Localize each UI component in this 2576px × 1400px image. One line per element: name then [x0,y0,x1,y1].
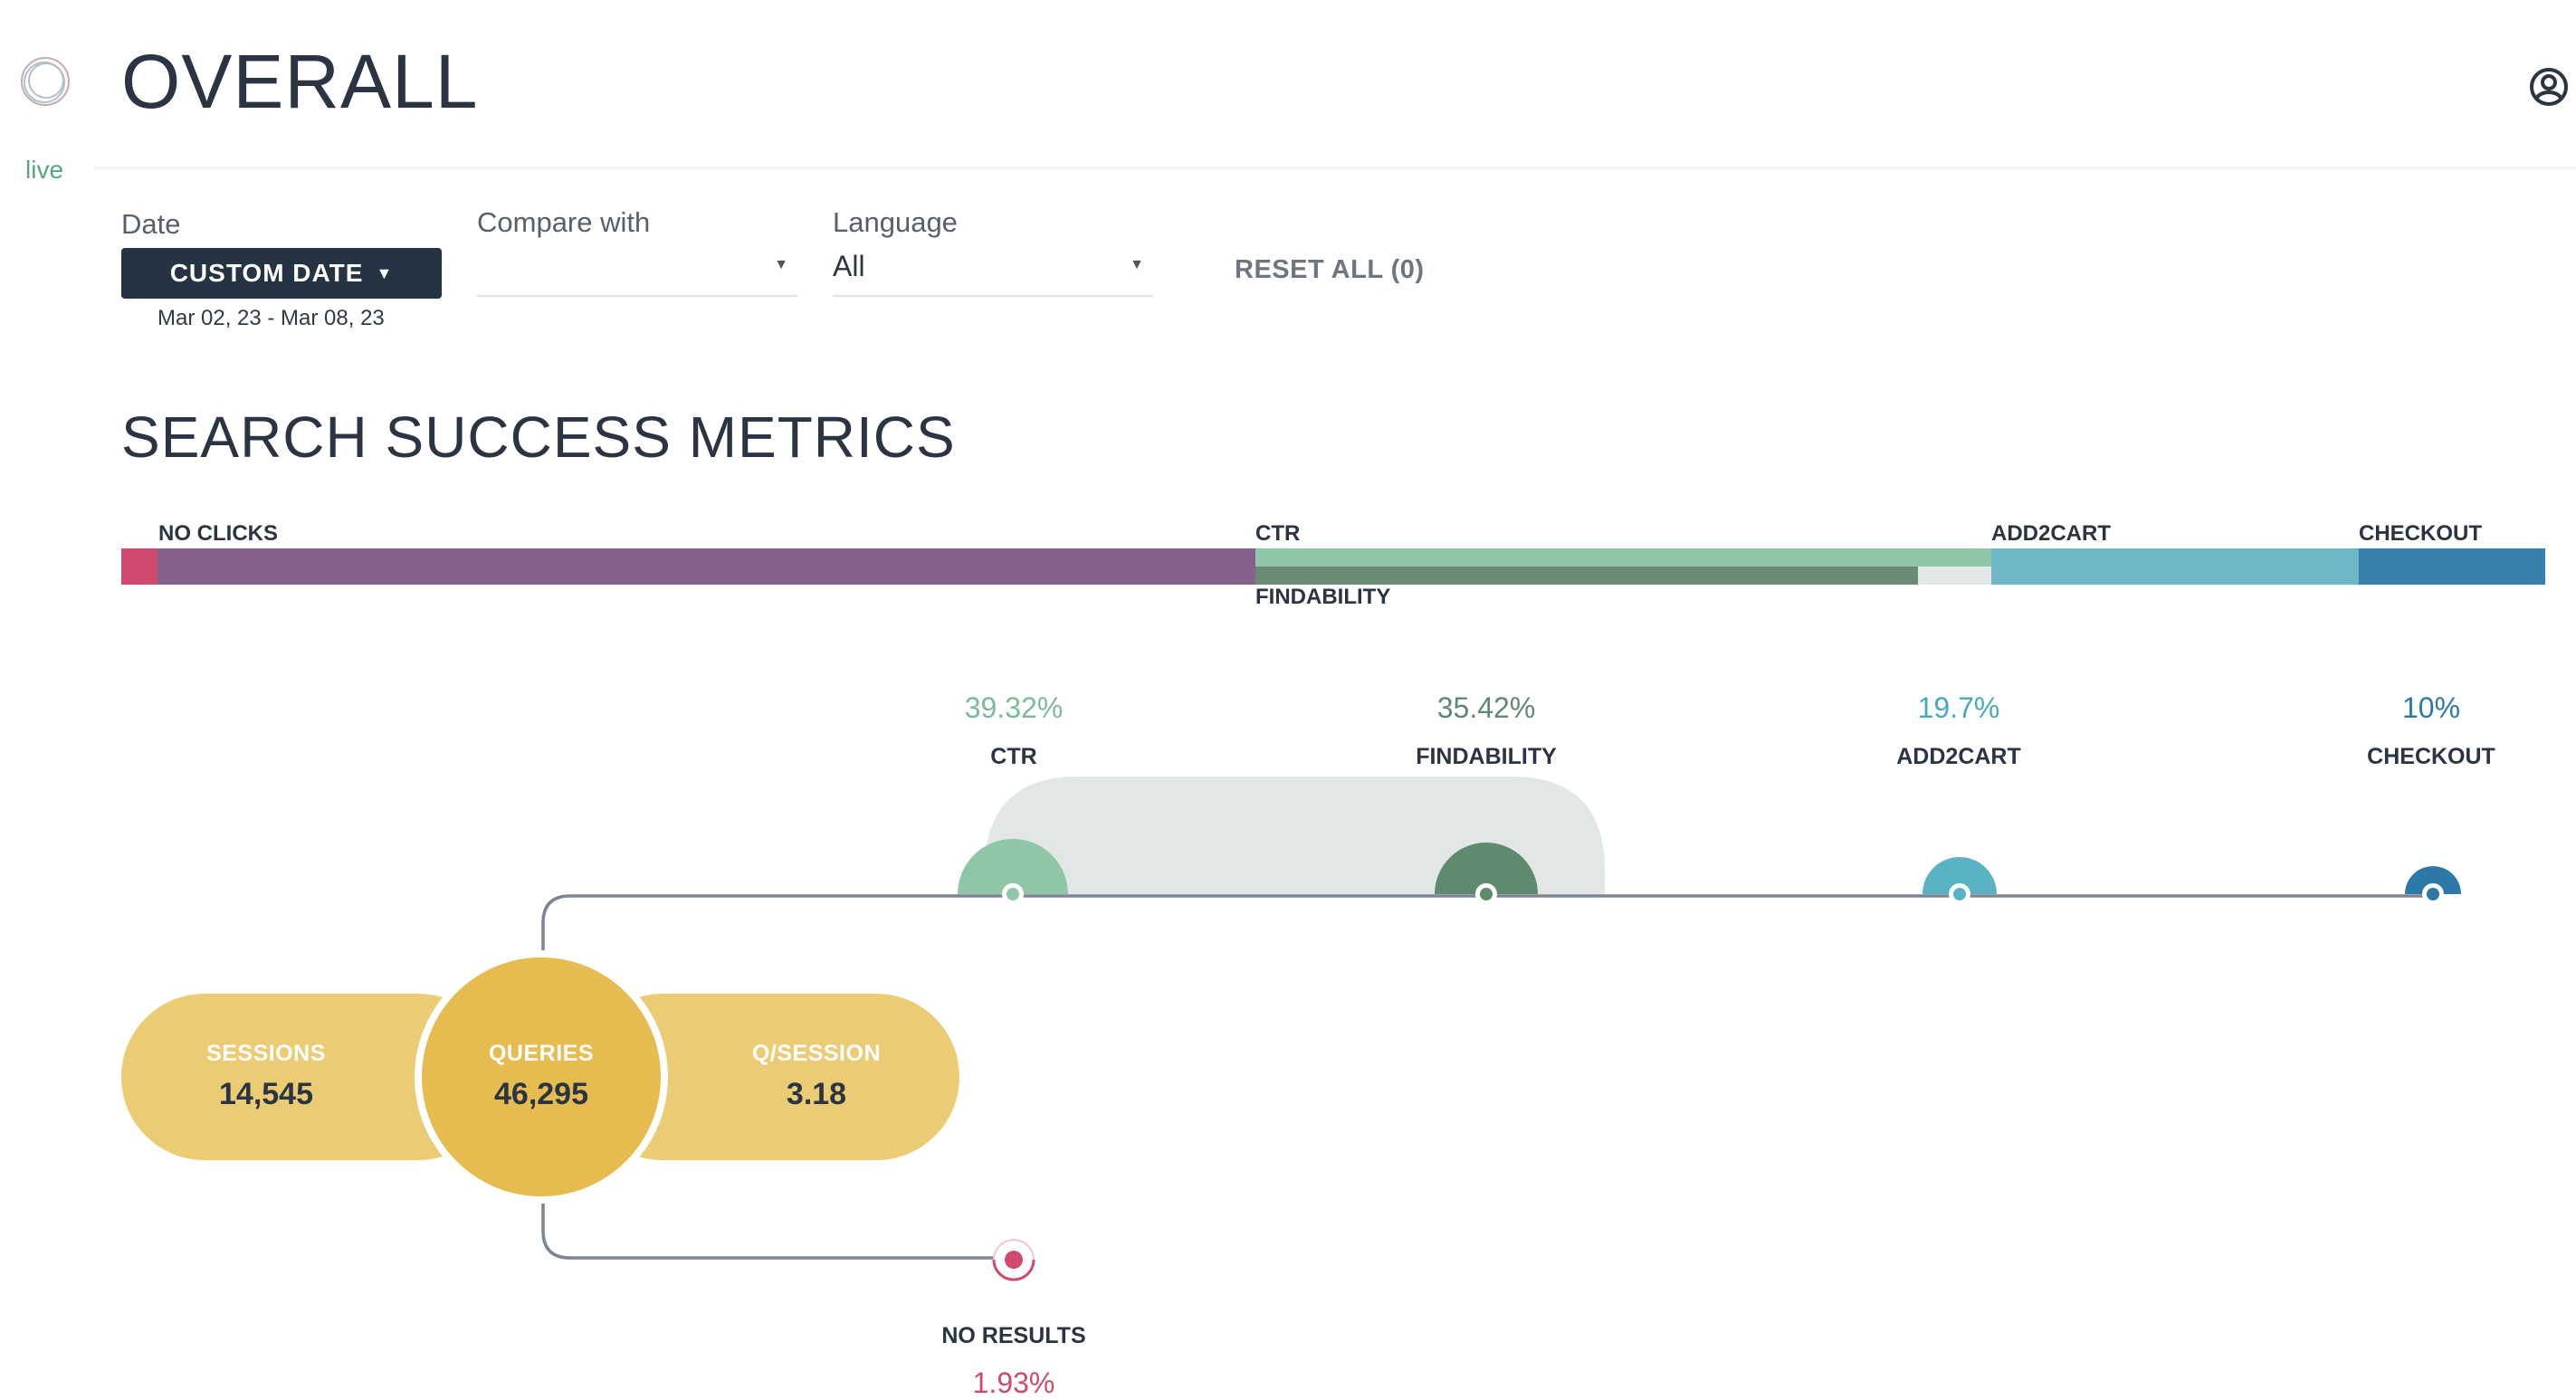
date-filter-label: Date [121,208,181,240]
user-account-icon[interactable] [2529,67,2569,107]
add2cart-bar-label: ADD2CART [1991,521,2111,546]
section-title: SEARCH SUCCESS METRICS [121,405,956,470]
funnel-diagram [121,776,2461,1281]
queries-value: 46,295 [494,1077,588,1111]
q-per-session-value: 3.18 [786,1077,847,1111]
sessions-value: 14,545 [219,1077,313,1111]
checkout-bar-segment [2359,548,2545,585]
caret-down-icon: ▼ [1130,257,1144,272]
compare-with-label: Compare with [477,206,651,238]
bottom-connector-line [541,1199,994,1260]
q-per-session-label: Q/SESSION [751,1041,882,1066]
language-value: All [833,250,865,282]
add2cart-bar-segment [1991,548,2359,585]
no-results-percent: 1.93% [972,1367,1055,1399]
language-select[interactable]: All ▼ [833,243,1153,297]
findability-bar-segment [1255,567,1918,585]
no-clicks-bar-label: NO CLICKS [158,521,278,546]
header-divider [94,167,2576,172]
queries-label: QUERIES [488,1041,595,1066]
ctr-bar-label: CTR [1255,521,1301,546]
no-results-bar-segment [121,548,157,585]
custom-date-button[interactable]: CUSTOM DATE ▼ [121,248,442,299]
findability-gap-segment [1918,567,1991,585]
no-clicks-bar-segment [157,548,1255,585]
page-title: OVERALL [121,39,479,124]
language-label: Language [833,206,958,238]
caret-down-icon: ▼ [376,263,394,282]
logo-icon[interactable] [16,52,74,110]
caret-down-icon: ▼ [774,257,788,272]
sessions-label: SESSIONS [206,1041,326,1066]
compare-with-select[interactable]: ▼ [477,243,797,297]
live-status-label: live [25,156,64,184]
ctr-bar-segment [1255,548,1991,567]
reset-all-button[interactable]: RESET ALL (0) [1235,255,1425,285]
checkout-bar-label: CHECKOUT [2359,521,2482,546]
findability-bar-label: FINDABILITY [1255,585,1391,609]
custom-date-button-label: CUSTOM DATE [169,259,364,287]
no-results-label: NO RESULTS [941,1323,1086,1348]
date-range-text: Mar 02, 23 - Mar 08, 23 [157,306,385,330]
